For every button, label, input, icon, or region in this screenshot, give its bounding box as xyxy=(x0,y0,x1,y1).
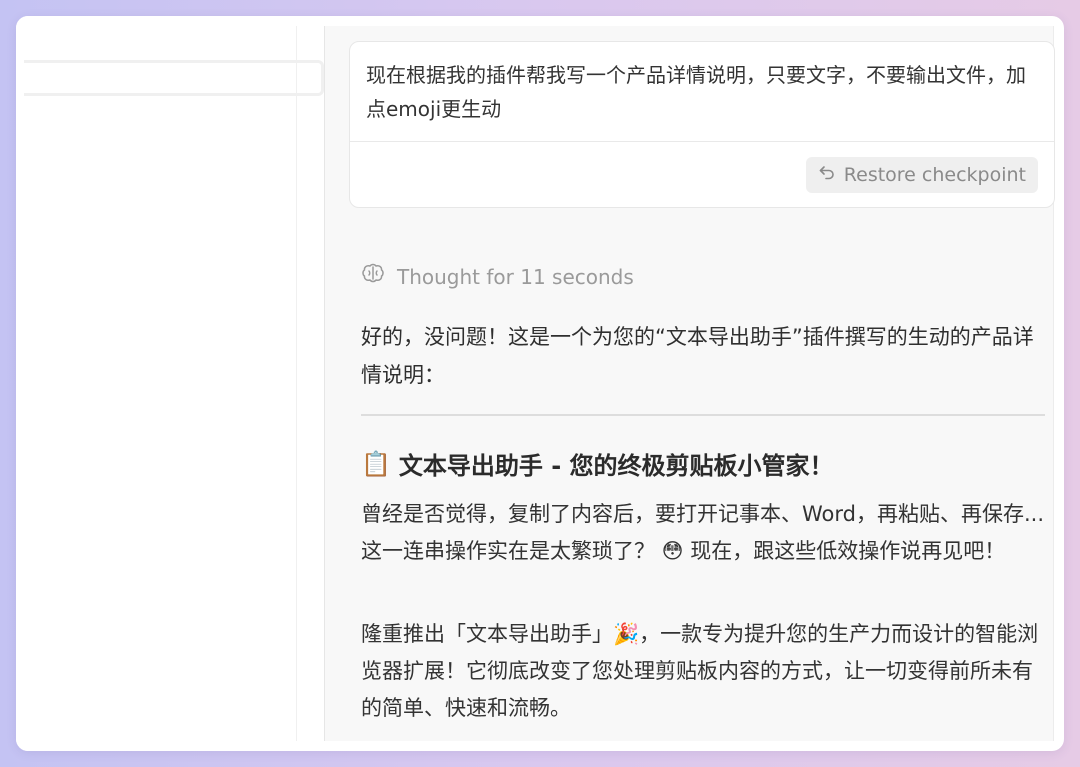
restore-checkpoint-label: Restore checkpoint xyxy=(843,164,1026,186)
description-paragraph-2: 隆重推出「文本导出助手」🎉，一款专为提升您的生产力而设计的智能浏览器扩展！它彻底… xyxy=(361,622,1039,720)
product-heading: 📋 文本导出助手 - 您的终极剪贴板小管家！ xyxy=(361,446,834,481)
reply-divider xyxy=(361,414,1045,416)
app-window: 现在根据我的插件帮我写一个产品详情说明，只要文字，不要输出文件，加点emoji更… xyxy=(16,16,1064,751)
chat-pane: 现在根据我的插件帮我写一个产品详情说明，只要文字，不要输出文件，加点emoji更… xyxy=(324,26,1055,741)
thought-indicator[interactable]: Thought for 11 seconds xyxy=(361,263,634,290)
clipboard-emoji-icon: 📋 xyxy=(361,449,391,478)
assistant-reply-intro: 好的，没问题！这是一个为您的“文本导出助手”插件撰写的生动的产品详情说明： xyxy=(361,325,1034,387)
restore-checkpoint-button[interactable]: Restore checkpoint xyxy=(805,157,1038,193)
user-message-card: 现在根据我的插件帮我写一个产品详情说明，只要文字，不要输出文件，加点emoji更… xyxy=(349,41,1055,208)
thought-label: Thought for 11 seconds xyxy=(397,264,634,289)
pane-divider[interactable] xyxy=(296,26,297,741)
brain-icon xyxy=(361,263,385,290)
description-paragraph-1: 曾经是否觉得，复制了内容后，要打开记事本、Word，再粘贴、再保存...这一连串… xyxy=(361,502,1044,563)
undo-arrow-icon xyxy=(818,164,836,187)
user-message-text: 现在根据我的插件帮我写一个产品详情说明，只要文字，不要输出文件，加点emoji更… xyxy=(366,63,1026,121)
product-heading-text: 文本导出助手 - 您的终极剪贴板小管家！ xyxy=(398,452,834,480)
left-pane xyxy=(16,16,324,751)
message-divider xyxy=(350,141,1054,142)
sidebar-input[interactable] xyxy=(24,60,324,96)
